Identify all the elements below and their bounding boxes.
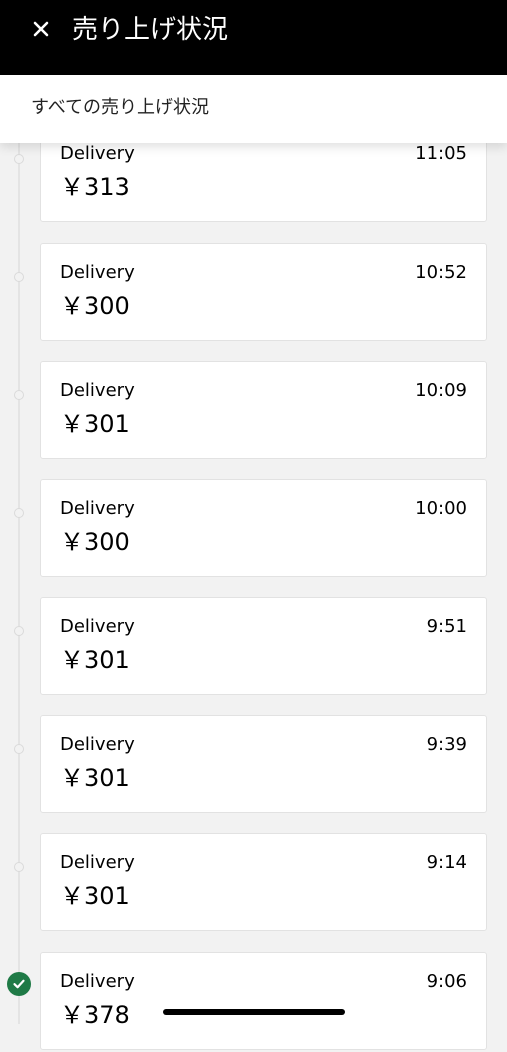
filter-bar[interactable]: すべての売り上げ状況 xyxy=(0,75,507,143)
delivery-type: Delivery xyxy=(60,143,135,164)
delivery-card[interactable]: Delivery 10:00 ￥300 xyxy=(40,479,487,577)
delivery-amount: ￥300 xyxy=(60,292,130,320)
timeline-dot xyxy=(14,154,24,164)
delivery-time: 11:05 xyxy=(415,143,467,164)
delivery-time: 9:39 xyxy=(426,734,467,755)
app-header: 売り上げ状況 xyxy=(0,0,507,75)
delivery-type: Delivery xyxy=(60,262,135,283)
delivery-type: Delivery xyxy=(60,852,135,873)
delivery-card[interactable]: Delivery 9:39 ￥301 xyxy=(40,715,487,813)
delivery-amount: ￥301 xyxy=(60,646,130,674)
close-icon xyxy=(33,21,49,37)
delivery-type: Delivery xyxy=(60,498,135,519)
home-indicator[interactable] xyxy=(163,1009,345,1015)
timeline-dot xyxy=(14,862,24,872)
delivery-list: Delivery 11:05 ￥313 Delivery 10:52 ￥300 … xyxy=(0,0,507,1050)
delivery-card[interactable]: Delivery 9:14 ￥301 xyxy=(40,833,487,931)
timeline-dot xyxy=(14,744,24,754)
list-item: Delivery 9:39 ￥301 xyxy=(0,715,507,815)
delivery-amount: ￥301 xyxy=(60,882,130,910)
delivery-time: 10:09 xyxy=(415,380,467,401)
delivery-card[interactable]: Delivery 9:51 ￥301 xyxy=(40,597,487,695)
list-item: Delivery 10:52 ￥300 xyxy=(0,243,507,343)
delivery-time: 10:52 xyxy=(415,262,467,283)
delivery-amount: ￥300 xyxy=(60,528,130,556)
list-item: Delivery 9:06 ￥378 xyxy=(0,952,507,1052)
delivery-card[interactable]: Delivery 10:52 ￥300 xyxy=(40,243,487,341)
timeline-dot xyxy=(14,390,24,400)
timeline-dot xyxy=(14,508,24,518)
delivery-amount: ￥301 xyxy=(60,764,130,792)
timeline-dot xyxy=(14,626,24,636)
delivery-card[interactable]: Delivery 9:06 ￥378 xyxy=(40,952,487,1050)
delivery-amount: ￥301 xyxy=(60,410,130,438)
list-item: Delivery 10:00 ￥300 xyxy=(0,479,507,579)
delivery-amount: ￥313 xyxy=(60,173,130,201)
page-title: 売り上げ状況 xyxy=(72,15,229,45)
timeline-dot xyxy=(14,272,24,282)
delivery-time: 9:14 xyxy=(426,852,467,873)
check-icon xyxy=(7,972,31,996)
close-button[interactable] xyxy=(26,14,56,44)
delivery-card[interactable]: Delivery 10:09 ￥301 xyxy=(40,361,487,459)
list-item: Delivery 9:51 ￥301 xyxy=(0,597,507,697)
delivery-time: 9:06 xyxy=(426,971,467,992)
filter-label: すべての売り上げ状況 xyxy=(31,97,210,118)
delivery-time: 9:51 xyxy=(426,616,467,637)
delivery-time: 10:00 xyxy=(415,498,467,519)
delivery-amount: ￥378 xyxy=(60,1001,130,1029)
list-item: Delivery 10:09 ￥301 xyxy=(0,361,507,461)
delivery-type: Delivery xyxy=(60,616,135,637)
delivery-type: Delivery xyxy=(60,734,135,755)
delivery-type: Delivery xyxy=(60,971,135,992)
delivery-type: Delivery xyxy=(60,380,135,401)
list-item: Delivery 9:14 ￥301 xyxy=(0,833,507,933)
